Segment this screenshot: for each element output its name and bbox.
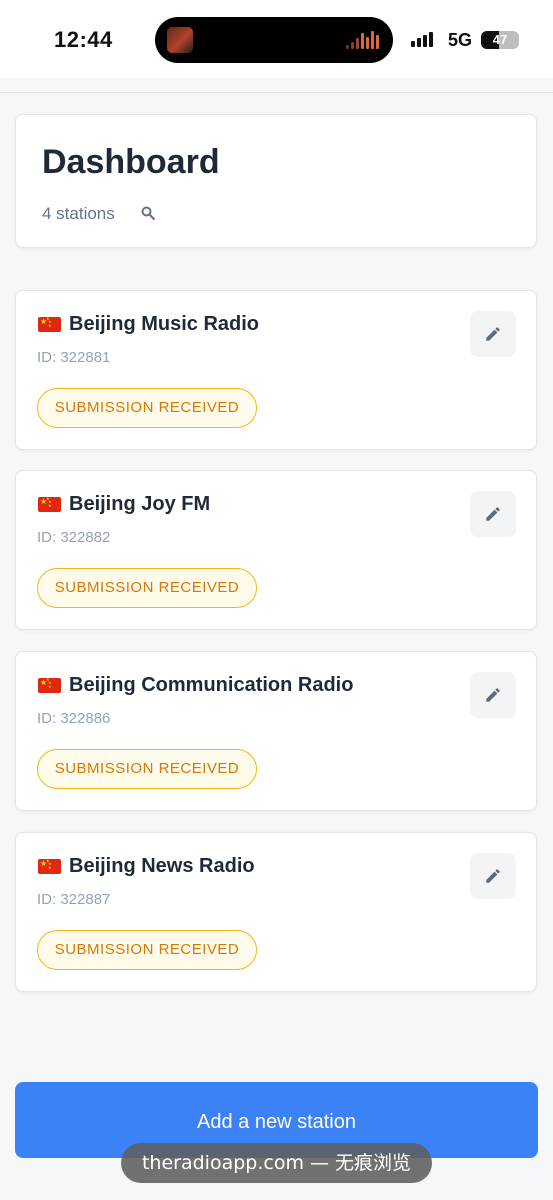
edit-button[interactable] xyxy=(470,311,516,357)
pencil-icon xyxy=(486,869,500,883)
status-badge: SUBMISSION RECEIVED xyxy=(37,388,257,428)
china-flag-icon: ★ ★ ★ ★ xyxy=(38,678,61,693)
station-name: Beijing Joy FM xyxy=(69,493,211,515)
dynamic-island[interactable] xyxy=(155,17,393,63)
dashboard-card: Dashboard 4 stations xyxy=(15,114,537,248)
search-icon[interactable] xyxy=(140,205,156,221)
station-count: 4 stations xyxy=(42,204,115,223)
status-bar: 12:44 5G 47 xyxy=(0,0,553,78)
station-card[interactable]: ★ ★ ★ ★ Beijing News Radio ID: 322887 SU… xyxy=(15,832,537,992)
audio-waveform-icon xyxy=(346,31,379,49)
status-badge: SUBMISSION RECEIVED xyxy=(37,749,257,789)
now-playing-artwork xyxy=(167,27,193,53)
battery-icon: 47 xyxy=(481,31,519,49)
edit-button[interactable] xyxy=(470,672,516,718)
china-flag-icon: ★ ★ ★ ★ xyxy=(38,859,61,874)
station-card[interactable]: ★ ★ ★ ★ Beijing Music Radio ID: 322881 S… xyxy=(15,290,537,450)
status-time: 12:44 xyxy=(54,27,113,52)
edit-button[interactable] xyxy=(470,853,516,899)
page-title: Dashboard xyxy=(42,143,220,181)
cellular-signal-icon xyxy=(411,32,433,47)
edit-button[interactable] xyxy=(470,491,516,537)
pencil-icon xyxy=(486,327,500,341)
status-badge: SUBMISSION RECEIVED xyxy=(37,930,257,970)
network-type: 5G xyxy=(448,30,473,50)
china-flag-icon: ★ ★ ★ ★ xyxy=(38,317,61,332)
station-id: ID: 322886 xyxy=(37,710,111,727)
station-card[interactable]: ★ ★ ★ ★ Beijing Joy FM ID: 322882 SUBMIS… xyxy=(15,470,537,630)
pencil-icon xyxy=(486,688,500,702)
china-flag-icon: ★ ★ ★ ★ xyxy=(38,497,61,512)
station-card[interactable]: ★ ★ ★ ★ Beijing Communication Radio ID: … xyxy=(15,651,537,811)
station-name: Beijing News Radio xyxy=(69,855,255,877)
battery-percent: 47 xyxy=(492,32,508,47)
station-name: Beijing Music Radio xyxy=(69,313,260,335)
status-badge: SUBMISSION RECEIVED xyxy=(37,568,257,608)
station-id: ID: 322887 xyxy=(37,891,111,908)
station-id: ID: 322881 xyxy=(37,349,111,366)
station-id: ID: 322882 xyxy=(37,529,111,546)
station-name: Beijing Communication Radio xyxy=(69,674,354,696)
browser-url-pill[interactable]: theradioapp.com — 无痕浏览 xyxy=(121,1143,432,1183)
header-divider xyxy=(0,92,553,93)
pencil-icon xyxy=(486,507,500,521)
